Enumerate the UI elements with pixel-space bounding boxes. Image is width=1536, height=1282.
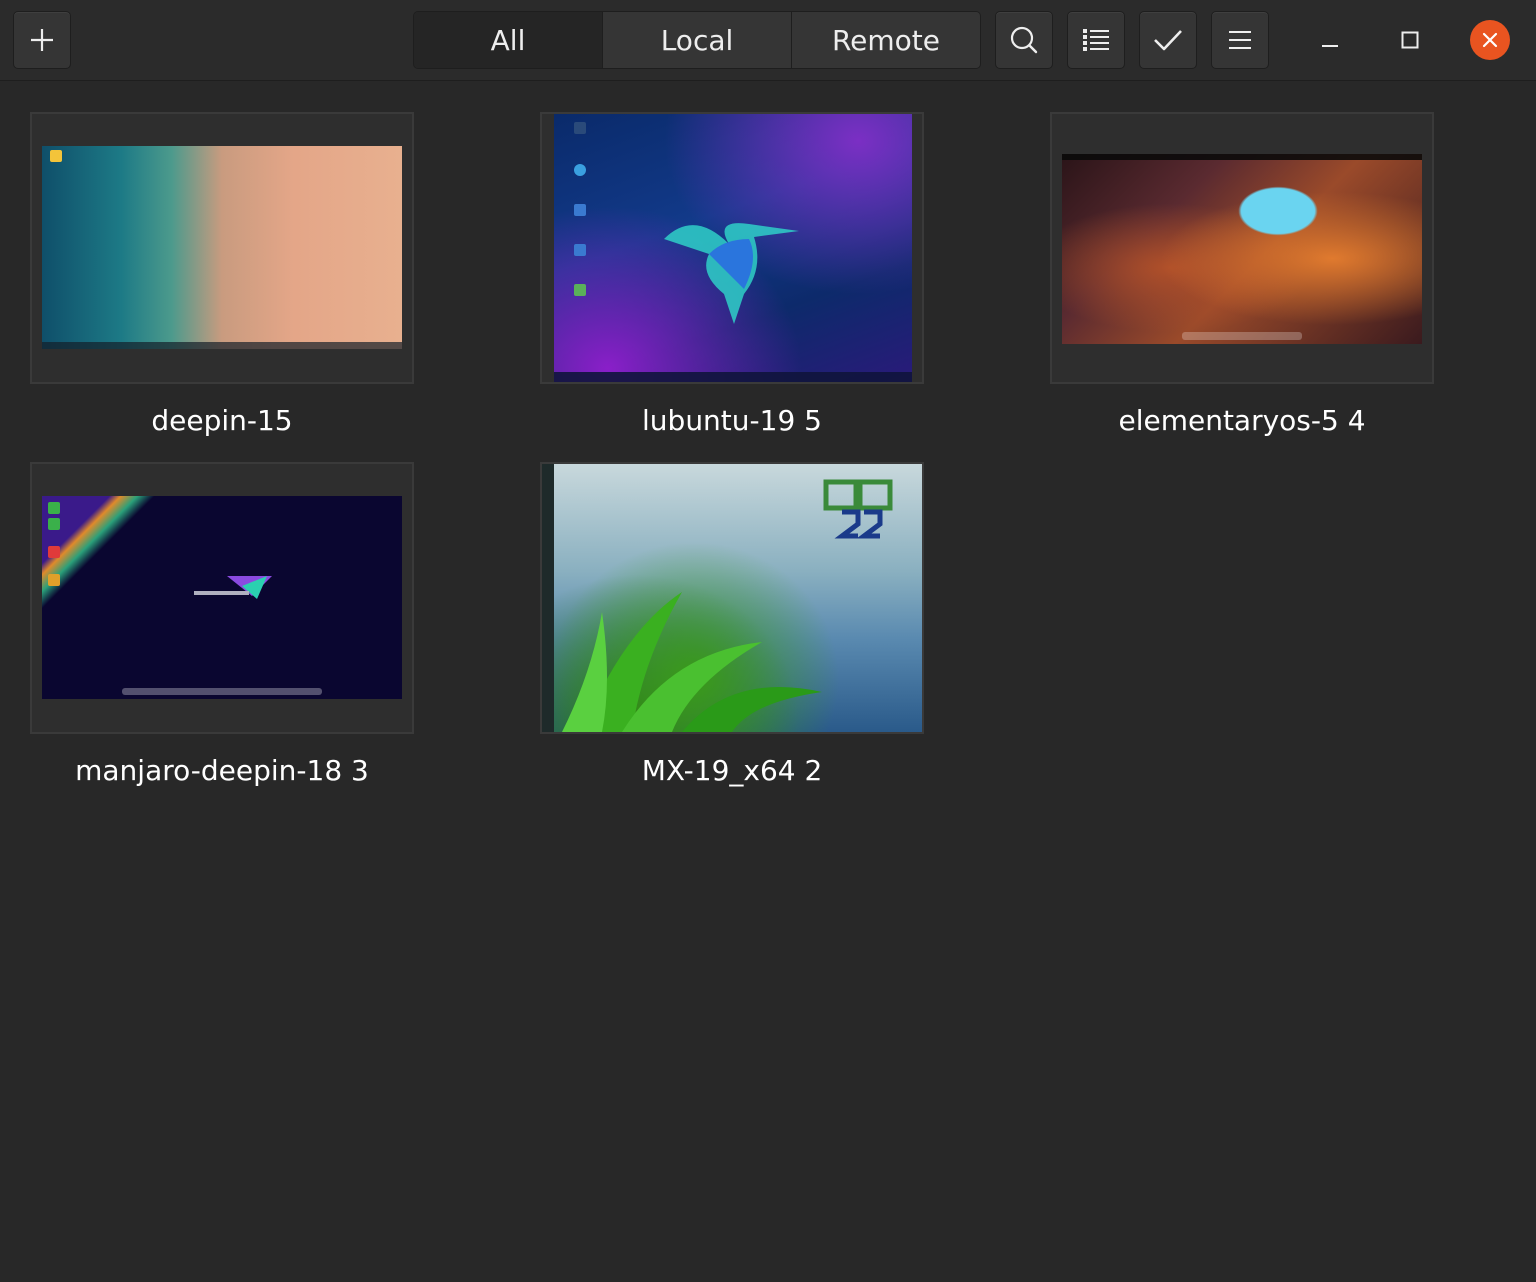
machine-name: MX-19_x64 2 (641, 754, 823, 787)
machine-name: elementaryos-5 4 (1118, 404, 1366, 437)
minimize-button[interactable] (1310, 20, 1350, 60)
screen-preview (554, 114, 912, 382)
list-view-button[interactable] (1067, 11, 1125, 69)
manjaro-logo-graphic (194, 576, 272, 599)
list-view-icon (1083, 29, 1109, 51)
machine-thumbnail (540, 112, 924, 384)
machine-thumbnail (30, 462, 414, 734)
hamburger-menu-icon (1229, 31, 1251, 49)
view-switcher: All Local Remote (413, 11, 981, 69)
machine-tile[interactable]: lubuntu-19 5 (540, 112, 924, 437)
machine-tile[interactable]: manjaro-deepin-18 3 (30, 462, 414, 787)
maximize-icon (1401, 31, 1419, 49)
screen-preview (1062, 154, 1422, 344)
machine-tile[interactable]: elementaryos-5 4 (1050, 112, 1434, 437)
machine-thumbnail (30, 112, 414, 384)
machine-tile[interactable]: MX-19_x64 2 (540, 462, 924, 787)
checkmark-icon (1154, 30, 1182, 51)
header-bar: All Local Remote (0, 0, 1536, 81)
search-button[interactable] (995, 11, 1053, 69)
screen-preview (42, 146, 402, 349)
boxes-window: All Local Remote deepin-15 lubuntu-19 5 … (0, 0, 1536, 1282)
grass-graphic (562, 592, 822, 732)
plus-icon (31, 29, 53, 51)
hummingbird-graphic (664, 223, 799, 324)
machine-name: deepin-15 (151, 404, 293, 437)
clock-widget-graphic (823, 479, 893, 539)
machine-thumbnail (1050, 112, 1434, 384)
close-icon (1482, 32, 1498, 48)
machine-name: lubuntu-19 5 (642, 404, 822, 437)
machine-name: manjaro-deepin-18 3 (75, 754, 369, 787)
maximize-button[interactable] (1390, 20, 1430, 60)
close-button[interactable] (1470, 20, 1510, 60)
tab-all[interactable]: All (414, 12, 603, 68)
machine-thumbnail (540, 462, 924, 734)
screen-preview (42, 496, 402, 699)
tab-local[interactable]: Local (603, 12, 792, 68)
search-icon (1010, 26, 1038, 54)
machine-tile[interactable]: deepin-15 (30, 112, 414, 437)
machine-grid: deepin-15 lubuntu-19 5 elementaryos-5 4 … (0, 82, 1536, 1282)
tab-remote[interactable]: Remote (792, 12, 980, 68)
minimize-icon (1322, 45, 1338, 47)
main-menu-button[interactable] (1211, 11, 1269, 69)
screen-preview (542, 464, 922, 732)
selection-mode-button[interactable] (1139, 11, 1197, 69)
new-machine-button[interactable] (13, 11, 71, 69)
